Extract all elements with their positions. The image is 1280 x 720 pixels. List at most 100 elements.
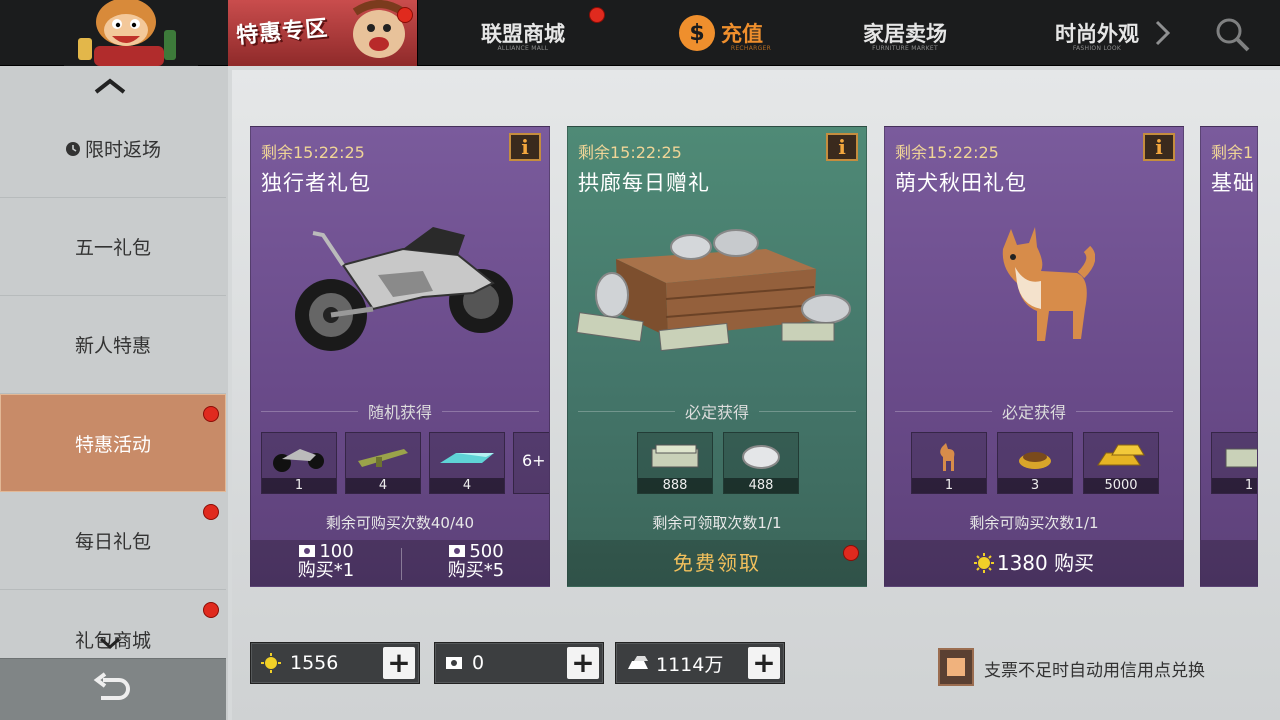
sidebar-item-daily-pack[interactable]: 每日礼包 bbox=[0, 492, 226, 590]
slot-quantity: 5000 bbox=[1084, 478, 1158, 493]
tab-sublabel: FASHION LOOK bbox=[1072, 45, 1122, 52]
reward-slot[interactable]: 3 bbox=[997, 432, 1073, 494]
gold-bar-icon bbox=[1097, 444, 1145, 466]
pack-title: 萌犬秋田礼包 bbox=[895, 171, 1027, 195]
tab-sublabel: RECHARGER bbox=[730, 45, 772, 52]
reward-slot[interactable]: 1 bbox=[911, 432, 987, 494]
motorcycle-icon bbox=[273, 449, 324, 472]
reward-slot[interactable]: 888 bbox=[637, 432, 713, 494]
auto-exchange-label: 支票不足时自动用信用点兑换 bbox=[984, 661, 1205, 681]
reward-slot[interactable]: 1 bbox=[1211, 432, 1257, 494]
slot-quantity: 1 bbox=[1212, 478, 1257, 493]
notification-dot bbox=[589, 7, 605, 23]
buy-label: 购买*1 bbox=[297, 560, 355, 581]
currency-value: 0 bbox=[472, 652, 485, 674]
notification-dot bbox=[203, 504, 219, 520]
reward-slot[interactable]: 488 bbox=[723, 432, 799, 494]
section-label: 随机获得 bbox=[251, 399, 549, 423]
buy-bar bbox=[1201, 540, 1257, 586]
pack-card-akita-dog[interactable]: 剩余15:22:25 萌犬秋田礼包 i 必定获得 1 3 5000 剩余可购买次… bbox=[884, 126, 1184, 587]
chevron-right-icon[interactable] bbox=[1153, 18, 1173, 48]
buy-x1-button[interactable]: 100 购买*1 bbox=[251, 542, 401, 586]
dog-bowl-icon bbox=[1019, 452, 1051, 469]
slot-quantity: 4 bbox=[430, 478, 504, 493]
buy-bar: 100 购买*1 500 购买*5 bbox=[251, 540, 549, 586]
slot-quantity: 3 bbox=[998, 478, 1072, 493]
buy-x5-button[interactable]: 500 购买*5 bbox=[401, 542, 549, 586]
slot-quantity: 888 bbox=[638, 478, 712, 493]
add-gold-button[interactable]: + bbox=[748, 647, 780, 679]
currency-value: 1114万 bbox=[656, 653, 724, 676]
countdown-timer: 剩余15:22:25 bbox=[261, 143, 365, 162]
sidebar-item-special-events[interactable]: 特惠活动 bbox=[0, 394, 226, 492]
info-icon[interactable]: i bbox=[826, 133, 858, 161]
blade-icon bbox=[440, 453, 494, 463]
crate-image bbox=[576, 229, 851, 352]
sidebar-item-may-day-pack[interactable]: 五一礼包 bbox=[0, 198, 226, 296]
sidebar: 限时返场 五一礼包 新人特惠 特惠活动 每日礼包 礼包商城 bbox=[0, 66, 228, 720]
sidebar-item-label: 特惠活动 bbox=[74, 433, 151, 456]
info-icon[interactable]: i bbox=[1143, 133, 1175, 161]
gold-bar-icon bbox=[628, 656, 648, 669]
sidebar-item-label: 限时返场 bbox=[84, 139, 161, 161]
sidebar-item-label: 新人特惠 bbox=[74, 335, 151, 357]
reward-slot[interactable]: 4 bbox=[345, 432, 421, 494]
info-icon[interactable]: i bbox=[509, 133, 541, 161]
tab-label: 联盟商城 bbox=[481, 22, 565, 46]
back-button[interactable] bbox=[0, 658, 226, 720]
reward-slot-more[interactable]: 6+ bbox=[513, 432, 549, 494]
ticket-icon bbox=[449, 545, 466, 557]
pack-title: 拱廊每日赠礼 bbox=[578, 171, 710, 195]
chevron-down-icon[interactable] bbox=[98, 636, 122, 650]
silver-coin-icon bbox=[742, 445, 780, 469]
add-ticket-button[interactable]: + bbox=[567, 647, 599, 679]
cash-stack-icon bbox=[651, 444, 699, 468]
reward-slot[interactable]: 1 bbox=[261, 432, 337, 494]
notification-dot bbox=[843, 545, 859, 561]
tab-special-offers[interactable]: 特惠专区 bbox=[228, 0, 418, 66]
motorcycle-image bbox=[295, 227, 513, 351]
slot-quantity: 4 bbox=[346, 478, 420, 493]
dog-icon bbox=[940, 443, 955, 471]
sidebar-item-label: 每日礼包 bbox=[74, 531, 151, 553]
pack-card-lone-rider[interactable]: 剩余15:22:25 独行者礼包 i 随机获得 1 4 4 6+ 剩余可购买次数… bbox=[250, 126, 550, 587]
more-count: 6+ bbox=[522, 451, 546, 470]
sidebar-item-limited-return[interactable]: 限时返场 bbox=[0, 100, 226, 198]
purchase-limit: 剩余可购买次数1/1 bbox=[969, 514, 1099, 532]
sidebar-item-newbie-deals[interactable]: 新人特惠 bbox=[0, 296, 226, 394]
pack-card-arcade-daily-gift[interactable]: 剩余15:22:25 拱廊每日赠礼 i 必定获得 888 488 剩余可领取次数… bbox=[567, 126, 867, 587]
pack-card-basic[interactable]: 剩余1 基础 1 bbox=[1200, 126, 1258, 587]
add-sun-coin-button[interactable]: + bbox=[383, 647, 415, 679]
countdown-timer: 剩余15:22:25 bbox=[578, 143, 682, 162]
claim-free-button[interactable]: 免费领取 bbox=[568, 540, 866, 586]
tab-fashion-look[interactable]: 时尚外观 FASHION LOOK bbox=[1022, 0, 1172, 66]
tab-sublabel: ALLIANCE MALL bbox=[497, 45, 549, 52]
auto-exchange-checkbox[interactable] bbox=[938, 648, 974, 686]
claim-limit: 剩余可领取次数1/1 bbox=[652, 514, 782, 532]
currency-sun-coin: 1556 + bbox=[250, 642, 420, 684]
sidebar-item-label: 五一礼包 bbox=[74, 237, 151, 259]
ticket-icon bbox=[446, 657, 462, 669]
sun-coin-icon bbox=[261, 653, 281, 673]
mascot-avatar[interactable] bbox=[64, 0, 198, 66]
slot-quantity: 1 bbox=[262, 478, 336, 493]
tab-furniture-market[interactable]: 家居卖场 FURNITURE MARKET bbox=[830, 0, 980, 66]
chevron-up-icon[interactable] bbox=[93, 78, 127, 94]
notification-dot bbox=[203, 406, 219, 422]
reward-slot[interactable]: 5000 bbox=[1083, 432, 1159, 494]
purchase-limit: 剩余可购买次数40/40 bbox=[325, 514, 475, 532]
currency-gold: 1114万 + bbox=[615, 642, 785, 684]
notification-dot bbox=[203, 602, 219, 618]
countdown-timer: 剩余15:22:25 bbox=[895, 143, 999, 162]
buy-price: 100 bbox=[319, 541, 354, 562]
pack-title: 基础 bbox=[1211, 171, 1255, 195]
tab-label: 特惠专区 bbox=[235, 16, 330, 49]
cash-stack-icon bbox=[1225, 448, 1257, 468]
buy-bar: 1380 购买 bbox=[885, 540, 1183, 586]
buy-button[interactable]: 1380 购买 bbox=[885, 540, 1183, 586]
tab-recharge[interactable]: $ 充值 RECHARGER bbox=[646, 0, 796, 66]
reward-slot[interactable]: 4 bbox=[429, 432, 505, 494]
tab-alliance-mall[interactable]: 联盟商城 ALLIANCE MALL bbox=[446, 0, 600, 66]
search-icon[interactable] bbox=[1214, 16, 1252, 54]
tab-label: 家居卖场 bbox=[863, 22, 947, 46]
